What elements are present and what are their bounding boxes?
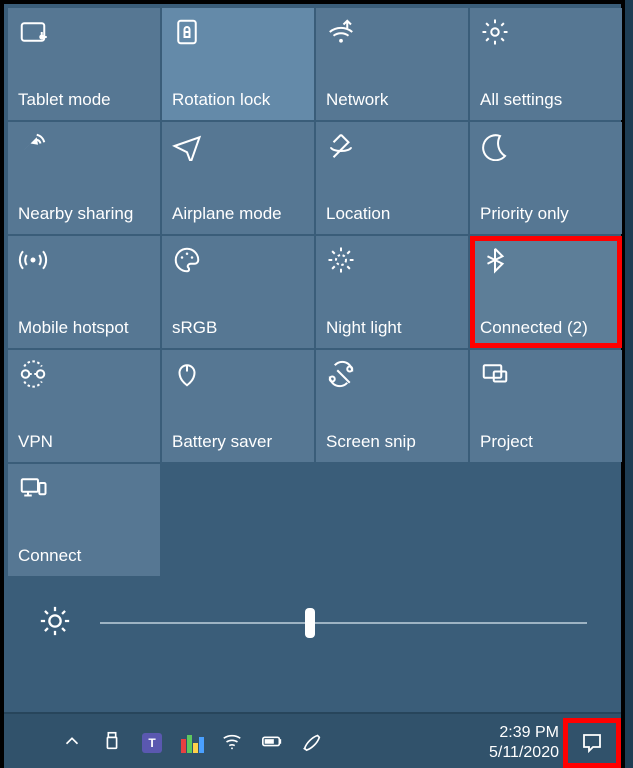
tile-label: Connected (2) [480,318,612,338]
taskbar: T 2:39 PM 5/11/2020 [4,712,621,768]
tile-tablet[interactable]: Tablet mode [8,8,160,120]
screen-snip-icon [326,358,458,390]
tile-label: Night light [326,318,458,338]
tile-screen-snip[interactable]: Screen snip [316,350,468,462]
tray-teams[interactable]: T [132,723,172,763]
clock[interactable]: 2:39 PM 5/11/2020 [489,723,559,763]
clock-date: 5/11/2020 [489,743,559,763]
tablet-icon [18,16,150,48]
rotation-lock-icon [172,16,304,48]
tray-powertoys[interactable] [172,723,212,763]
tile-airplane[interactable]: Airplane mode [162,122,314,234]
project-icon [480,358,612,390]
wifi-icon [221,730,243,757]
settings-icon [480,16,612,48]
tile-connect[interactable]: Connect [8,464,160,576]
connect-icon [18,472,150,504]
tile-label: Connect [18,546,150,566]
palette-icon [172,244,304,276]
action-center-button[interactable] [563,718,621,768]
tile-vpn[interactable]: VPN [8,350,160,462]
tile-palette[interactable]: sRGB [162,236,314,348]
brightness-slider[interactable] [100,622,587,624]
usb-icon [101,730,123,757]
tile-label: Screen snip [326,432,458,452]
vpn-icon [18,358,150,390]
tile-project[interactable]: Project [470,350,622,462]
teams-icon: T [142,733,162,753]
tray-battery[interactable] [252,723,292,763]
pen-icon [301,730,323,757]
tile-label: Nearby sharing [18,204,150,224]
tile-label: Airplane mode [172,204,304,224]
tray-chevron-up[interactable] [52,723,92,763]
brightness-slider-row [4,598,621,648]
clock-time: 2:39 PM [489,723,559,743]
tile-night-light[interactable]: Night light [316,236,468,348]
tile-rotation-lock[interactable]: Rotation lock [162,8,314,120]
battery-icon [261,730,283,757]
action-center-panel: Tablet mode Rotation lock Network All setti… [0,0,625,768]
quick-action-tiles: Tablet mode Rotation lock Network All setti… [4,4,621,576]
nearby-sharing-icon [18,130,150,162]
powertoys-icon [181,733,203,753]
night-light-icon [326,244,458,276]
battery-saver-icon [172,358,304,390]
brightness-icon [38,604,72,643]
moon-icon [480,130,612,162]
tray-wifi[interactable] [212,723,252,763]
tray-usb[interactable] [92,723,132,763]
tile-label: Rotation lock [172,90,304,110]
bluetooth-icon [480,244,612,276]
tile-label: All settings [480,90,612,110]
tile-label: Location [326,204,458,224]
tile-label: Tablet mode [18,90,150,110]
brightness-thumb[interactable] [305,608,315,638]
chevron-up-icon [61,730,83,757]
system-tray: T [52,723,332,763]
tile-battery-saver[interactable]: Battery saver [162,350,314,462]
location-icon [326,130,458,162]
tile-nearby-sharing[interactable]: Nearby sharing [8,122,160,234]
tile-network[interactable]: Network [316,8,468,120]
tile-label: Project [480,432,612,452]
tile-moon[interactable]: Priority only [470,122,622,234]
network-icon [326,16,458,48]
tile-bluetooth[interactable]: Connected (2) [470,236,622,348]
tile-label: Battery saver [172,432,304,452]
tile-label: Mobile hotspot [18,318,150,338]
tile-settings[interactable]: All settings [470,8,622,120]
tile-label: sRGB [172,318,304,338]
tile-label: Network [326,90,458,110]
tile-location[interactable]: Location [316,122,468,234]
tile-label: Priority only [480,204,612,224]
tile-hotspot[interactable]: Mobile hotspot [8,236,160,348]
tile-label: VPN [18,432,150,452]
airplane-icon [172,130,304,162]
hotspot-icon [18,244,150,276]
tray-pen[interactable] [292,723,332,763]
